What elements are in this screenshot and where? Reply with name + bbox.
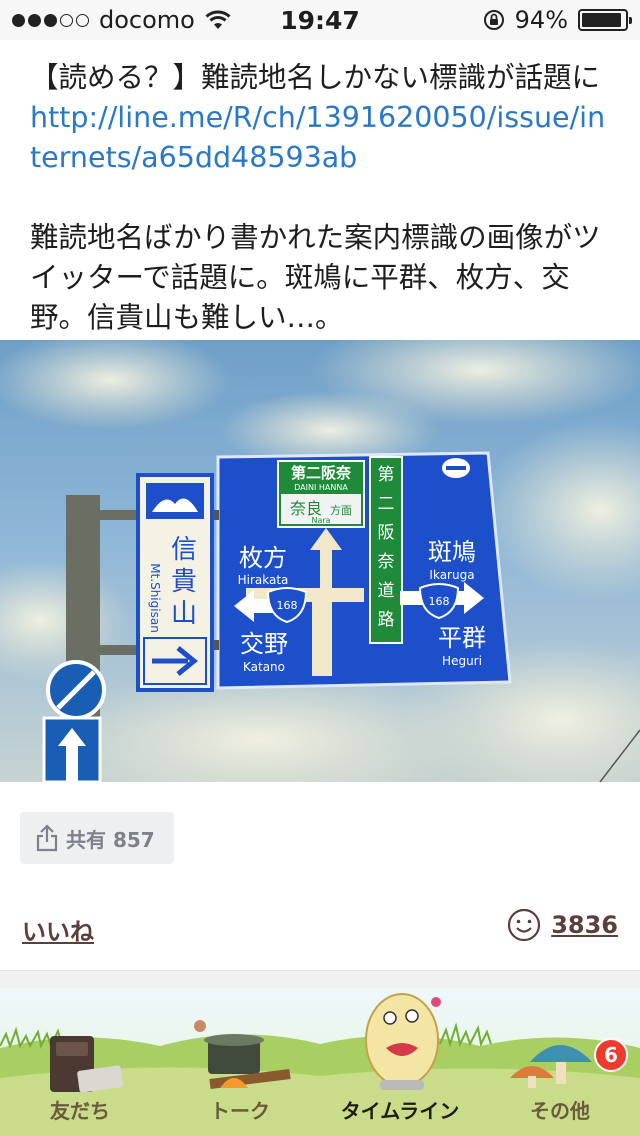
rotation-lock-icon xyxy=(483,10,504,30)
vertical-route-char: 二 xyxy=(378,494,395,514)
vertical-route-char: 奈 xyxy=(378,552,395,572)
post-description: 難読地名ばかり書かれた案内標識の画像がツイッターで話題に。斑鳩に平群、枚方、交野… xyxy=(30,221,601,334)
sign-left-top-jp: 枚方 xyxy=(239,544,287,572)
sign-route-shield-right: 168 xyxy=(429,595,450,608)
vertical-route-char: 阪 xyxy=(378,523,395,543)
sign-top-dest-suffix: 方面 xyxy=(330,503,352,517)
road-sign-photo: Mt.Shigisan 信 貴 山 第二阪奈 DAINI HANNA 奈良 方面… xyxy=(0,340,640,782)
tab-label: 友だち xyxy=(50,1099,110,1123)
vertical-route-char: 道 xyxy=(378,581,395,601)
vertical-route-char: 第 xyxy=(378,465,395,485)
status-bar: docomo 19:47 94% xyxy=(0,0,640,40)
tab-label: その他 xyxy=(530,1099,590,1123)
sign-left-top-en: Hirakata xyxy=(238,573,289,587)
sign-top-route-en: DAINI HANNA xyxy=(294,483,348,492)
side-sign-en: Mt.Shigisan xyxy=(148,563,162,633)
share-label: 共有 857 xyxy=(66,827,155,852)
sign-right-top-jp: 斑鳩 xyxy=(428,538,476,566)
status-right: 94% xyxy=(483,6,632,34)
reaction-count-button[interactable]: 3836 xyxy=(507,908,618,942)
svg-text:貴: 貴 xyxy=(171,567,197,597)
like-button[interactable]: いいね xyxy=(22,912,94,947)
sign-left-bottom-en: Katano xyxy=(243,660,285,674)
side-sign-jp: 信 貴 山 xyxy=(171,535,197,629)
sign-right-bottom-jp: 平群 xyxy=(438,624,486,652)
share-icon xyxy=(36,824,58,852)
vertical-route-char: 路 xyxy=(378,610,395,630)
reaction-count: 3836 xyxy=(551,911,618,939)
sign-top-dest-en: Nara xyxy=(311,516,330,525)
tab-more[interactable]: 6 その他 xyxy=(480,988,640,1136)
svg-text:信: 信 xyxy=(171,535,197,565)
timeline-icon xyxy=(365,993,441,1090)
sign-right-bottom-en: Heguri xyxy=(442,654,482,668)
share-button[interactable]: 共有 857 xyxy=(20,812,174,864)
svg-text:山: 山 xyxy=(171,599,197,629)
battery-icon xyxy=(578,9,632,31)
section-divider xyxy=(0,970,640,988)
sign-route-shield-left: 168 xyxy=(277,599,298,612)
sign-top-route-jp: 第二阪奈 xyxy=(291,464,352,482)
smiley-icon xyxy=(508,908,541,942)
post-title: 【読める？】難読地名しかない標識が話題に xyxy=(30,61,601,94)
tab-label: トーク xyxy=(210,1099,270,1123)
tab-timeline[interactable]: タイムライン xyxy=(320,988,480,1136)
battery-percent: 94% xyxy=(514,6,568,34)
tab-talk[interactable]: トーク xyxy=(160,988,320,1136)
post-link[interactable]: http://line.me/R/ch/1391620050/issue/int… xyxy=(30,98,610,178)
talk-icon xyxy=(194,1020,291,1089)
post-photo[interactable]: Mt.Shigisan 信 貴 山 第二阪奈 DAINI HANNA 奈良 方面… xyxy=(0,340,640,782)
sign-right-top-en: Ikaruga xyxy=(429,568,474,582)
notification-badge: 6 xyxy=(594,1038,628,1072)
tab-bar: 友だち トーク タイムライン 6 その他 xyxy=(0,988,640,1136)
friends-icon xyxy=(50,1036,124,1093)
tab-label: タイムライン xyxy=(340,1099,460,1123)
tab-friends[interactable]: 友だち xyxy=(0,988,160,1136)
battery-fill xyxy=(582,13,622,27)
post-body: 【読める？】難読地名しかない標識が話題に http://line.me/R/ch… xyxy=(30,58,610,338)
sign-left-bottom-jp: 交野 xyxy=(240,630,288,658)
